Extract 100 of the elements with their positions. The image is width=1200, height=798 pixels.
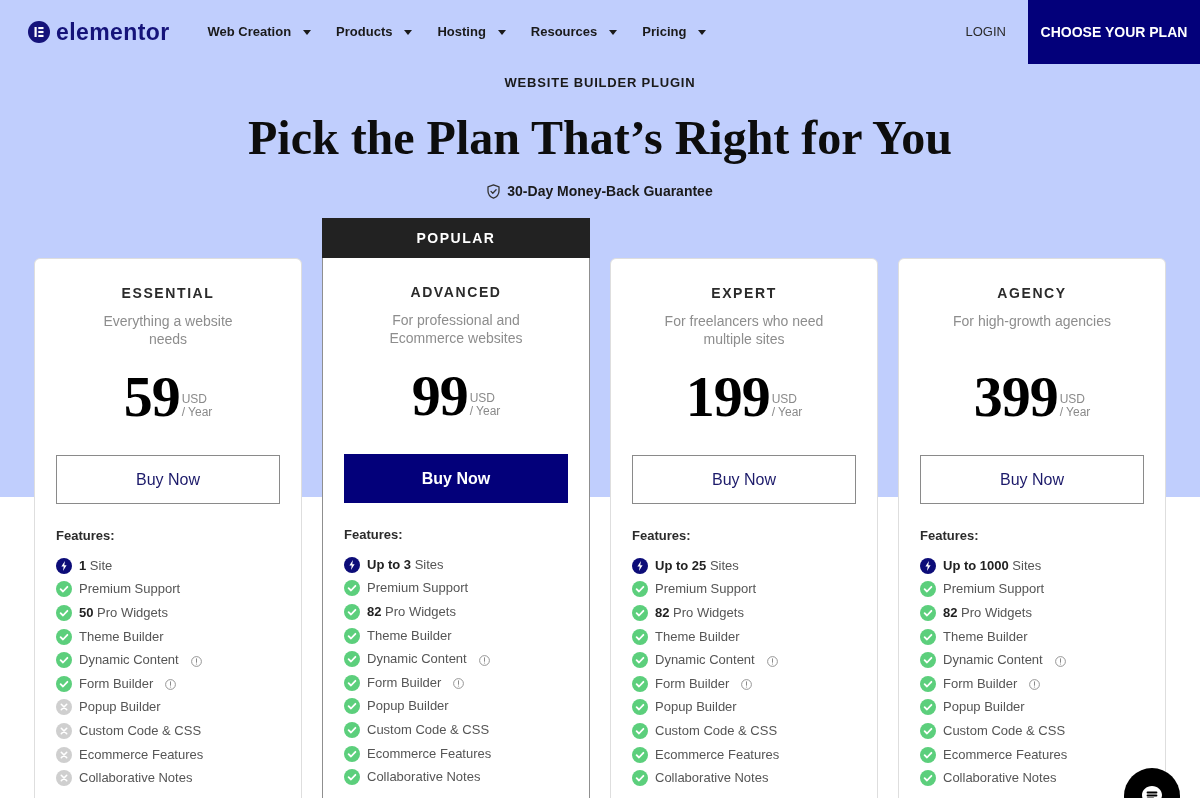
check-icon: [920, 699, 936, 716]
shield-check-icon: [487, 183, 501, 199]
check-icon: [632, 628, 648, 645]
check-icon: [632, 699, 648, 716]
choose-plan-button[interactable]: CHOOSE YOUR PLAN: [1028, 0, 1200, 64]
currency-label: USD: [181, 393, 208, 406]
info-icon[interactable]: [1029, 679, 1041, 691]
feature-text: Premium Support: [367, 580, 469, 597]
info-icon[interactable]: [741, 679, 753, 691]
check-icon: [344, 698, 360, 715]
feature-text: Theme Builder: [79, 628, 164, 645]
check-icon: [920, 652, 936, 669]
buy-now-button[interactable]: Buy Now: [344, 454, 568, 503]
check-icon: [344, 745, 360, 762]
feature-text: Ecommerce Features: [655, 746, 780, 763]
info-icon[interactable]: [478, 654, 490, 666]
lightning-bolt-icon: [920, 557, 936, 574]
nav-menu-item[interactable]: Web Creation: [207, 22, 312, 42]
page-title: Pick the Plan That’s Right for You: [247, 110, 953, 166]
check-icon: [632, 746, 648, 763]
feature-text: Collaborative Notes: [79, 770, 193, 787]
feature-text: Popup Builder: [655, 699, 737, 716]
check-icon: [56, 628, 72, 645]
feature-text: 82 Pro Widgets: [655, 605, 744, 621]
check-icon: [56, 581, 72, 598]
info-icon[interactable]: [766, 655, 778, 667]
feature-text: Collaborative Notes: [943, 770, 1057, 787]
check-icon: [632, 770, 648, 787]
price-amount: 99: [411, 367, 468, 425]
feature-text: Custom Code & CSS: [79, 722, 202, 739]
plan-description: For professional and Ecommerce websites: [388, 311, 524, 347]
feature-text: Custom Code & CSS: [655, 722, 778, 739]
info-icon[interactable]: [1054, 655, 1066, 667]
check-icon: [344, 721, 360, 738]
eyebrow-text: WEBSITE BUILDER PLUGIN: [504, 75, 696, 91]
currency-label: USD: [771, 393, 798, 406]
caret-down-icon: [303, 29, 312, 35]
lightning-bolt-icon: [56, 557, 72, 574]
check-icon: [920, 722, 936, 739]
feature-text: Form Builder: [79, 675, 154, 692]
lightning-bolt-icon: [344, 556, 360, 573]
feature-text: 82 Pro Widgets: [943, 605, 1032, 621]
nav-menu-item[interactable]: Hosting: [437, 22, 506, 42]
info-icon[interactable]: [453, 678, 465, 690]
feature-text: Form Builder: [943, 675, 1018, 692]
check-icon: [920, 581, 936, 598]
feature-text: Theme Builder: [943, 628, 1028, 645]
plan-description: For freelancers who need multiple sites: [663, 312, 825, 348]
feature-text: Form Builder: [367, 674, 442, 691]
check-icon: [920, 746, 936, 763]
caret-down-icon: [404, 29, 413, 35]
feature-text: Ecommerce Features: [943, 746, 1068, 763]
plan-name: ESSENTIAL: [121, 284, 215, 303]
guarantee-text: 30-Day Money-Back Guarantee: [507, 182, 713, 201]
check-icon: [632, 652, 648, 669]
nav-menu-item[interactable]: Resources: [530, 22, 618, 42]
lightning-bolt-icon: [632, 557, 648, 574]
check-icon: [344, 651, 360, 668]
period-label: / Year: [771, 406, 803, 419]
x-icon: [56, 746, 72, 763]
plan-name: EXPERT: [711, 284, 777, 303]
nav-menu-item[interactable]: Products: [336, 22, 413, 42]
check-icon: [344, 604, 360, 620]
feature-text: Form Builder: [655, 675, 730, 692]
price-amount: 59: [123, 368, 180, 426]
feature-text: Theme Builder: [367, 627, 452, 644]
feature-text: Dynamic Content: [943, 652, 1043, 669]
check-icon: [920, 628, 936, 645]
feature-text: Up to 3 Sites: [367, 556, 444, 573]
caret-down-icon: [609, 29, 618, 35]
info-icon[interactable]: [190, 655, 202, 667]
feature-text: Dynamic Content: [79, 652, 179, 669]
check-icon: [344, 674, 360, 691]
period-label: / Year: [181, 406, 213, 419]
check-icon: [920, 770, 936, 787]
feature-text: Premium Support: [943, 581, 1045, 598]
check-icon: [632, 605, 648, 621]
feature-text: Premium Support: [79, 581, 181, 598]
plan-description: Everything a website needs: [102, 312, 234, 348]
logo-link[interactable]: elementor: [28, 14, 170, 50]
check-icon: [920, 675, 936, 692]
caret-down-icon: [698, 29, 707, 35]
price-amount: 199: [685, 368, 770, 426]
buy-now-button[interactable]: Buy Now: [56, 455, 280, 504]
login-link[interactable]: LOGIN: [965, 22, 1006, 42]
popular-badge: POPULAR: [322, 218, 590, 258]
nav-menu-item[interactable]: Pricing: [642, 22, 707, 42]
check-icon: [632, 581, 648, 598]
logo-icon: [28, 21, 50, 43]
x-icon: [56, 770, 72, 787]
buy-now-button[interactable]: Buy Now: [632, 455, 856, 504]
check-icon: [344, 769, 360, 786]
buy-now-button[interactable]: Buy Now: [920, 455, 1144, 504]
check-icon: [920, 605, 936, 621]
features-heading: Features:: [344, 527, 403, 543]
check-icon: [344, 627, 360, 644]
info-icon[interactable]: [165, 679, 177, 691]
feature-text: Dynamic Content: [367, 651, 467, 668]
feature-text: Ecommerce Features: [79, 746, 204, 763]
check-icon: [56, 652, 72, 669]
